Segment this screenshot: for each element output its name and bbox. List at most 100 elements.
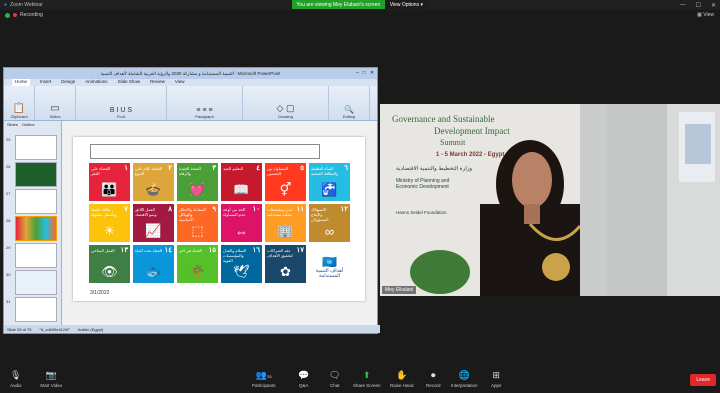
view-options-button[interactable]: View Options ▾	[384, 0, 428, 9]
share-banner-text: You are viewing Mey Elabani's screen	[292, 0, 385, 9]
sdg-label: مدن ومجتمعات محلية مستدامة	[267, 207, 293, 217]
sdg-tile: ١٠ الحد من أوجه عدم المساواة ⇔	[221, 204, 262, 242]
sdg-tile: ٢ القضاء التام على الجوع 🍲	[133, 163, 174, 201]
minimize-icon[interactable]: —	[680, 2, 686, 8]
sdg-icon: ⬚	[191, 223, 204, 238]
participants-icon: 👥25	[255, 370, 272, 380]
qa-icon: 💬	[298, 370, 310, 380]
participants-label: Participants	[252, 383, 276, 388]
participants-button[interactable]: 👥25 Participants	[252, 370, 276, 388]
close-icon[interactable]: ✕	[711, 2, 716, 9]
sdg-icon: 🚰	[321, 182, 338, 197]
sdg-label: السلام والعدل والمؤسسات القوية	[223, 248, 247, 263]
sdg-label: الحياة تحت الماء	[135, 248, 163, 253]
sdg-label: القضاء التام على الجوع	[135, 166, 163, 176]
ribbon-group-drawing[interactable]: ◇ ▢ Drawing	[243, 86, 329, 120]
chat-icon: 🗨	[329, 370, 341, 380]
tab-view[interactable]: View	[175, 79, 185, 86]
globe-icon: 🌐	[458, 370, 470, 380]
maximize-icon[interactable]: ☐	[696, 2, 701, 9]
chat-button[interactable]: 🗨 Chat	[329, 370, 340, 388]
tab-home[interactable]: Home	[12, 79, 31, 86]
sdg-number: ١٦	[252, 247, 260, 254]
sdg-number: ٢	[168, 165, 172, 172]
audio-button[interactable]: 🎙 Audio	[10, 370, 22, 388]
ribbon-group-clipboard[interactable]: 📋 Clipboard	[4, 86, 35, 120]
window-title-text: Zoom Webinar	[10, 2, 43, 8]
sdg-number: ٩	[212, 206, 216, 213]
interpretation-button[interactable]: 🌐 Interpretation	[451, 370, 478, 388]
sdg-label: الاستهلاك والإنتاج المسؤولان	[311, 207, 329, 222]
sdg-number: ٥	[300, 165, 304, 172]
sdg-tile: ٤ التعليم الجيد 📖	[221, 163, 262, 201]
minimize-icon[interactable]: –	[356, 70, 359, 76]
background-video-edge	[607, 104, 720, 296]
sdg-icon: ⚥	[279, 182, 292, 197]
maximize-icon[interactable]: □	[363, 70, 366, 76]
apps-button[interactable]: ⊞ Apps	[491, 370, 501, 388]
sdg-icon: 📈	[145, 223, 162, 238]
sdg-label: التعليم الجيد	[223, 166, 243, 171]
qa-button[interactable]: 💬 Q&A	[298, 370, 309, 388]
tab-review[interactable]: Review	[150, 79, 165, 86]
sdg-tile: ١٥ الحياة في البر 🌴	[177, 245, 218, 283]
sdg-icon: ∞	[324, 224, 335, 239]
share-screen-icon: ⬆	[362, 370, 371, 380]
slide-number: 25	[6, 137, 11, 142]
sdg-number: ٣	[212, 165, 216, 172]
start-video-button[interactable]: 📷 Start Video	[40, 370, 62, 388]
sdg-number: ٨	[168, 206, 172, 213]
ribbon-group-font[interactable]: B I U S Font	[76, 86, 167, 120]
sdg-label: عقد الشراكات لتحقيق الأهداف	[267, 248, 293, 258]
video-camera-icon: 📷	[45, 370, 57, 380]
slide-thumbnail[interactable]	[15, 297, 57, 322]
sdg-label: أهداف التنمية المستدامة	[315, 268, 344, 279]
sdg-tile: ١١ مدن ومجتمعات محلية مستدامة 🏢	[265, 204, 306, 242]
sdg-number: ١٢	[340, 206, 348, 213]
view-button[interactable]: ▦ View	[697, 12, 714, 18]
sdg-logo-tile: أهداف التنمية المستدامة 🇺🇳	[309, 245, 350, 283]
tab-outline[interactable]: Outline	[22, 122, 35, 127]
ribbon-group-slides[interactable]: ▭ Slides	[35, 86, 76, 120]
slide-thumbnail-selected[interactable]	[15, 216, 57, 241]
ribbon-group-editing[interactable]: 🔍 Editing	[329, 86, 370, 120]
tab-design[interactable]: Design	[61, 79, 75, 86]
share-label: Share Screen	[353, 383, 381, 388]
slide-thumbnail[interactable]	[15, 270, 57, 295]
sdg-tile: ١٧ عقد الشراكات لتحقيق الأهداف ✿	[265, 245, 306, 283]
sdg-number: ١	[124, 165, 128, 172]
slide-thumbnail[interactable]	[15, 243, 57, 268]
slide-number: 30	[6, 272, 11, 277]
sdg-tile: ١٤ الحياة تحت الماء 🐟	[133, 245, 174, 283]
sdg-tile: ١٢ الاستهلاك والإنتاج المسؤولان ∞	[309, 204, 350, 242]
ribbon-group-paragraph[interactable]: ≡ ≡ ≡ Paragraph	[167, 86, 243, 120]
tab-slides[interactable]: Slides	[7, 122, 18, 127]
slide-canvas[interactable]: ١ القضاء على الفقر 👪 ٢ القضاء التام على الجو…	[73, 137, 365, 301]
close-icon[interactable]: ✕	[370, 70, 374, 76]
raise-hand-button[interactable]: ✋ Raise Hand	[390, 370, 414, 388]
leave-button[interactable]: Leave	[690, 374, 716, 386]
ppt-status-bar: Slide 28 of 75 "8_cdb39e4124f" Arabic (E…	[4, 325, 380, 333]
share-screen-button[interactable]: ⬆ Share Screen	[353, 370, 381, 388]
slide-thumbnail[interactable]	[15, 162, 57, 187]
qa-label: Q&A	[298, 383, 309, 388]
sdg-tile: ٨ العمل اللائق ونمو الاقتصاد 📈	[133, 204, 174, 242]
speaker-silhouette	[410, 104, 607, 296]
speaker-video[interactable]: Governance and Sustainable Development I…	[380, 104, 607, 296]
tab-animations[interactable]: Animations	[85, 79, 107, 86]
tab-slide-show[interactable]: Slide Show	[118, 79, 141, 86]
slide-thumbnail[interactable]	[15, 189, 57, 214]
slide-thumbnail[interactable]	[15, 135, 57, 160]
audio-label: Audio	[10, 383, 22, 388]
slide-title-placeholder[interactable]	[90, 144, 320, 159]
tab-insert[interactable]: Insert	[40, 79, 51, 86]
sdg-label: المساواة بين الجنسين	[267, 166, 289, 176]
record-icon: ⏺	[431, 370, 436, 380]
record-button[interactable]: ⏺ Record	[426, 370, 441, 388]
sdg-label: الحد من أوجه عدم المساواة	[223, 207, 246, 217]
sdg-tile: ٥ المساواة بين الجنسين ⚥	[265, 163, 306, 201]
slide-number: 27	[6, 191, 11, 196]
sdg-number: ١٥	[208, 247, 216, 254]
sdg-icon: 🕊	[233, 264, 250, 279]
status-slide-count: Slide 28 of 75	[7, 326, 32, 332]
